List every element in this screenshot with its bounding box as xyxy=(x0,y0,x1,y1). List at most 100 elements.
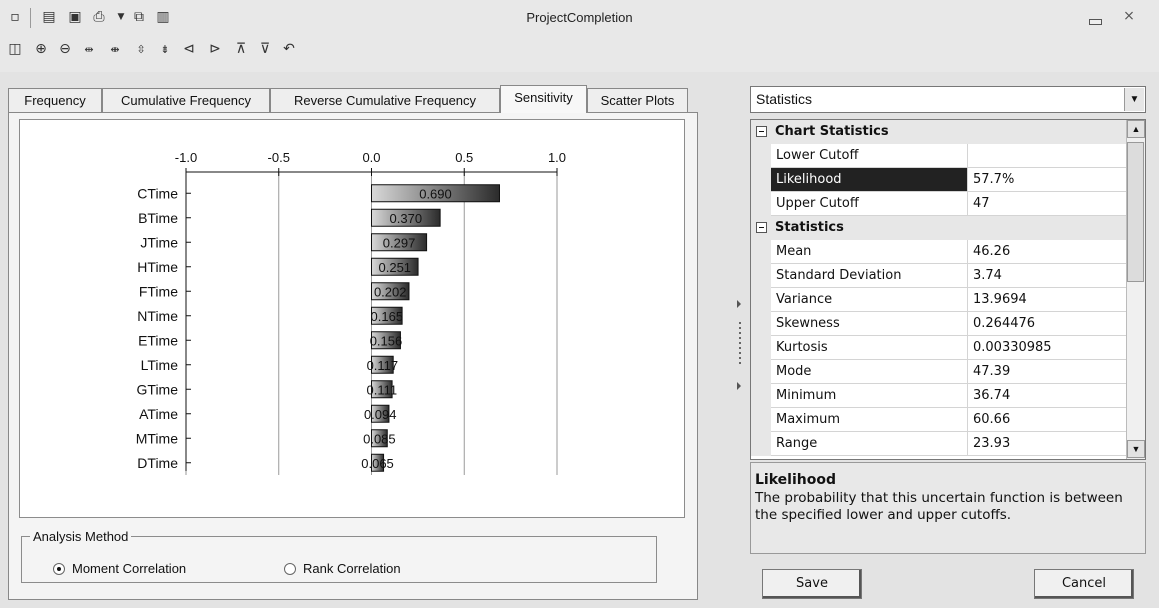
minimize-button[interactable] xyxy=(1086,10,1104,28)
tab-cumulative-frequency[interactable]: Cumulative Frequency xyxy=(102,88,270,112)
tab-sensitivity[interactable]: Sensitivity xyxy=(500,85,587,113)
property-name[interactable]: Minimum xyxy=(771,384,968,408)
property-name[interactable]: Upper Cutoff xyxy=(771,192,968,216)
zoom-out-icon[interactable]: ⊖ xyxy=(56,40,74,58)
print-icon[interactable]: ⎙ xyxy=(90,8,108,26)
property-value[interactable]: 23.93 xyxy=(968,432,1129,456)
property-name[interactable]: Mode xyxy=(771,360,968,384)
property-value[interactable]: 47 xyxy=(968,192,1129,216)
grid-property-row[interactable]: Likelihood 57.7% xyxy=(751,168,1129,192)
bar-value-label: 0.117 xyxy=(367,358,399,373)
panel-splitter[interactable] xyxy=(736,300,744,390)
splitter-grip xyxy=(739,322,741,324)
grid-row-margin xyxy=(751,192,771,216)
save-icon[interactable]: ▣ xyxy=(66,8,84,26)
property-value[interactable]: 36.74 xyxy=(968,384,1129,408)
scroll-down-button[interactable]: ▼ xyxy=(1127,440,1145,458)
category-label: ATime xyxy=(139,406,178,422)
dropdown-arrow-icon[interactable]: ▼ xyxy=(112,8,130,26)
shrink-vertical-icon[interactable]: ⇟ xyxy=(156,40,174,58)
splitter-grip xyxy=(739,327,741,329)
cancel-button[interactable]: Cancel xyxy=(1034,569,1134,599)
tab-reverse-cumulative-frequency[interactable]: Reverse Cumulative Frequency xyxy=(270,88,500,112)
collapse-icon[interactable] xyxy=(756,222,767,233)
splitter-grip xyxy=(739,347,741,349)
property-name[interactable]: Lower Cutoff xyxy=(771,144,968,168)
category-label: HTime xyxy=(137,259,178,275)
x-tick-label: -0.5 xyxy=(268,150,290,165)
grid-category-row[interactable]: Statistics xyxy=(751,216,1129,240)
property-value[interactable]: 47.39 xyxy=(968,360,1129,384)
grid-property-row[interactable]: Lower Cutoff xyxy=(751,144,1129,168)
property-value[interactable]: 3.74 xyxy=(968,264,1129,288)
zoom-in-icon[interactable]: ⊕ xyxy=(32,40,50,58)
grid-property-row[interactable]: Kurtosis 0.00330985 xyxy=(751,336,1129,360)
property-name[interactable]: Likelihood xyxy=(771,168,968,192)
property-value[interactable]: 46.26 xyxy=(968,240,1129,264)
category-label: BTime xyxy=(138,210,178,226)
grid-property-row[interactable]: Range 23.93 xyxy=(751,432,1129,456)
property-name[interactable]: Variance xyxy=(771,288,968,312)
rank-correlation-label[interactable]: Rank Correlation xyxy=(303,561,401,576)
grid-category-label: Statistics xyxy=(775,220,844,235)
description-text: The probability that this uncertain func… xyxy=(755,490,1123,523)
bar-value-label: 0.297 xyxy=(383,235,416,250)
expand-horizontal-icon[interactable]: ⇹ xyxy=(80,40,98,58)
chart-icon[interactable]: ▥ xyxy=(154,8,172,26)
property-name[interactable]: Kurtosis xyxy=(771,336,968,360)
property-value[interactable]: 60.66 xyxy=(968,408,1129,432)
moment-correlation-radio[interactable] xyxy=(53,563,65,575)
property-value[interactable]: 13.9694 xyxy=(968,288,1129,312)
tab-frequency[interactable]: Frequency xyxy=(8,88,102,112)
property-name[interactable]: Standard Deviation xyxy=(771,264,968,288)
property-name[interactable]: Maximum xyxy=(771,408,968,432)
property-value[interactable]: 0.00330985 xyxy=(968,336,1129,360)
property-name[interactable]: Range xyxy=(771,432,968,456)
grid-property-row[interactable]: Standard Deviation 3.74 xyxy=(751,264,1129,288)
collapse-icon[interactable] xyxy=(756,126,767,137)
expand-vertical-icon[interactable]: ⇳ xyxy=(132,40,150,58)
property-value[interactable] xyxy=(968,144,1129,168)
scrollbar-thumb[interactable] xyxy=(1127,142,1144,282)
copy-icon[interactable]: ⧉ xyxy=(130,8,148,26)
grid-row-margin xyxy=(751,336,771,360)
grid-property-row[interactable]: Minimum 36.74 xyxy=(751,384,1129,408)
copy-chart-icon[interactable]: ◫ xyxy=(6,40,24,58)
grid-property-row[interactable]: Mean 46.26 xyxy=(751,240,1129,264)
grid-property-row[interactable]: Mode 47.39 xyxy=(751,360,1129,384)
chevron-down-icon[interactable]: ▼ xyxy=(1124,88,1144,111)
reset-view-icon[interactable]: ↶ xyxy=(280,40,298,58)
property-value[interactable]: 0.264476 xyxy=(968,312,1129,336)
grid-property-row[interactable]: Variance 13.9694 xyxy=(751,288,1129,312)
grid-row-margin xyxy=(751,384,771,408)
moment-correlation-label[interactable]: Moment Correlation xyxy=(72,561,186,576)
bar-value-label: 0.094 xyxy=(364,407,397,422)
property-value[interactable]: 57.7% xyxy=(968,168,1129,192)
scroll-up-icon[interactable]: ⊼ xyxy=(232,40,250,58)
toolbar-separator xyxy=(30,8,31,28)
property-name[interactable]: Skewness xyxy=(771,312,968,336)
splitter-grip xyxy=(739,332,741,334)
splitter-grip xyxy=(739,362,741,364)
grid-row-margin xyxy=(751,144,771,168)
scroll-up-button[interactable]: ▲ xyxy=(1127,120,1145,138)
restore-icon[interactable]: ▫ xyxy=(6,8,24,26)
grid-category-row[interactable]: Chart Statistics xyxy=(751,120,1129,144)
splitter-grip xyxy=(739,337,741,339)
property-name[interactable]: Mean xyxy=(771,240,968,264)
save-button[interactable]: Save xyxy=(762,569,862,599)
window-title: ProjectCompletion xyxy=(526,10,633,25)
grid-property-row[interactable]: Skewness 0.264476 xyxy=(751,312,1129,336)
scroll-down-icon[interactable]: ⊽ xyxy=(256,40,274,58)
bar-value-label: 0.085 xyxy=(363,431,396,446)
tab-scatter-plots[interactable]: Scatter Plots xyxy=(587,88,688,112)
grid-property-row[interactable]: Maximum 60.66 xyxy=(751,408,1129,432)
report-icon[interactable]: ▤ xyxy=(40,8,58,26)
rank-correlation-radio[interactable] xyxy=(284,563,296,575)
scroll-right-icon[interactable]: ⊳ xyxy=(206,40,224,58)
shrink-horizontal-icon[interactable]: ⇼ xyxy=(106,40,124,58)
grid-property-row[interactable]: Upper Cutoff 47 xyxy=(751,192,1129,216)
scroll-left-icon[interactable]: ⊲ xyxy=(180,40,198,58)
statistics-dropdown-value[interactable]: Statistics xyxy=(756,91,812,107)
close-button[interactable]: ⨯ xyxy=(1118,8,1140,28)
